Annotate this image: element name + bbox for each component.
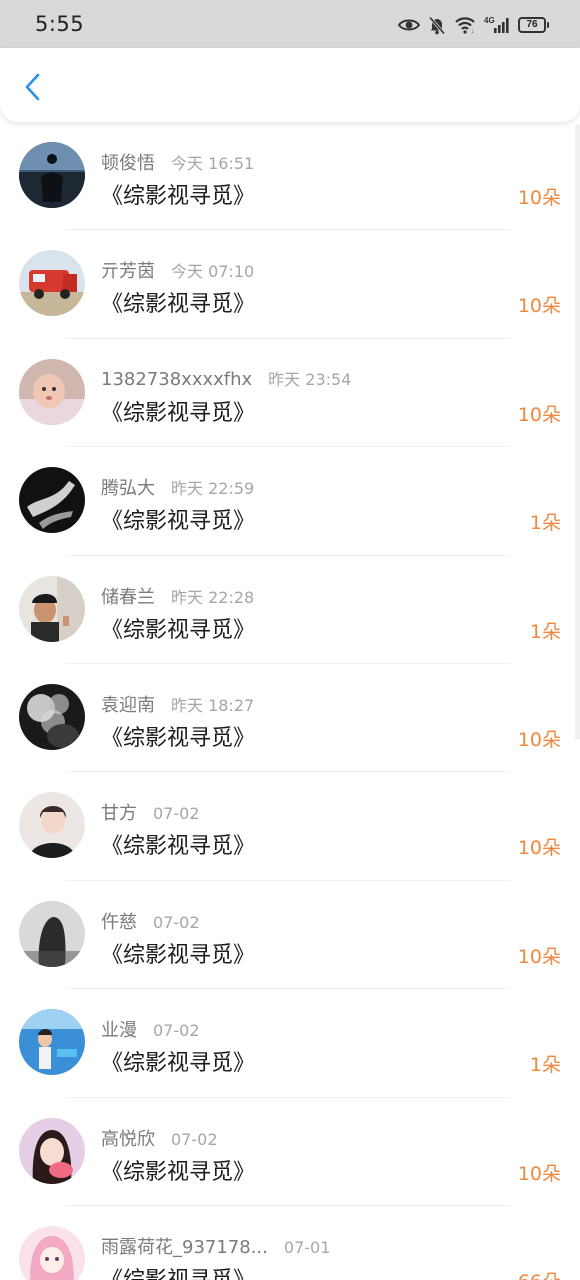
- book-title: 《综影视寻觅》: [101, 1159, 256, 1185]
- user-name: 1382738xxxxfhx: [101, 368, 253, 390]
- book-title: 《综影视寻觅》: [101, 400, 256, 426]
- eye-icon: [398, 17, 420, 33]
- list-item[interactable]: 甘方 07-02 《综影视寻觅》 10朵: [0, 772, 580, 881]
- avatar[interactable]: [19, 792, 85, 859]
- user-name: 袁迎南: [101, 694, 155, 716]
- avatar[interactable]: [19, 142, 85, 208]
- chevron-left-icon: [25, 73, 40, 101]
- flower-amount: 10朵: [517, 403, 561, 426]
- record-meta: 顿俊悟 今天 16:51: [101, 149, 254, 175]
- nav-header: [0, 48, 580, 122]
- list-item[interactable]: 雨露荷花_937178... 07-01 《综影视寻觅》 66朵: [0, 1206, 580, 1280]
- list-item[interactable]: 1382738xxxxfhx 昨天 23:54 《综影视寻觅》 10朵: [0, 339, 580, 448]
- bell-off-icon: [428, 15, 446, 35]
- book-title: 《综影视寻觅》: [101, 292, 256, 318]
- list-item[interactable]: 亓芳茵 今天 07:10 《综影视寻觅》 10朵: [0, 230, 580, 339]
- record-meta: 储春兰 昨天 22:28: [101, 583, 254, 609]
- list-item[interactable]: 业漫 07-02 《综影视寻觅》 1朵: [0, 989, 580, 1098]
- list-item[interactable]: 腾弘大 昨天 22:59 《综影视寻觅》 1朵: [0, 447, 580, 556]
- flower-amount: 10朵: [517, 945, 561, 968]
- gift-record-list[interactable]: 顿俊悟 今天 16:51 《综影视寻觅》 10朵 亓芳茵 今天 07:10 《综…: [0, 122, 580, 1280]
- book-title: 《综影视寻觅》: [101, 1051, 256, 1077]
- record-time: 07-01: [283, 1237, 331, 1257]
- status-icons: ↓ 4G 76: [398, 14, 549, 36]
- list-item[interactable]: 高悦欣 07-02 《综影视寻觅》 10朵: [0, 1098, 580, 1206]
- book-title: 《综影视寻觅》: [101, 509, 256, 535]
- flower-amount: 1朵: [529, 1054, 561, 1077]
- avatar[interactable]: [19, 1009, 85, 1076]
- record-time: 07-02: [171, 1129, 218, 1149]
- record-time: 昨天 22:59: [171, 479, 255, 499]
- record-meta: 袁迎南 昨天 18:27: [101, 691, 254, 717]
- status-time: 5:55: [35, 12, 85, 36]
- record-time: 昨天 22:28: [171, 587, 255, 607]
- user-name: 甘方: [101, 803, 137, 825]
- record-meta: 仵慈 07-02: [101, 908, 200, 934]
- book-title: 《综影视寻觅》: [101, 725, 256, 751]
- svg-text:↓: ↓: [471, 29, 474, 34]
- battery-icon: 76: [518, 17, 549, 33]
- avatar[interactable]: [19, 250, 85, 317]
- user-name: 储春兰: [101, 586, 155, 608]
- avatar[interactable]: [19, 358, 85, 425]
- avatar[interactable]: [19, 1117, 85, 1184]
- book-title: 《综影视寻觅》: [101, 834, 256, 860]
- book-title: 《综影视寻觅》: [101, 942, 256, 968]
- user-name: 腾弘大: [101, 478, 155, 500]
- svg-text:4G: 4G: [484, 16, 495, 25]
- book-title: 《综影视寻觅》: [101, 617, 256, 643]
- record-meta: 亓芳茵 今天 07:10: [101, 257, 254, 283]
- book-title: 《综影视寻觅》: [101, 184, 256, 209]
- back-button[interactable]: [16, 70, 50, 104]
- flower-amount: 10朵: [517, 295, 561, 318]
- record-time: 07-02: [153, 1021, 200, 1041]
- signal-4g-icon: 4G: [484, 16, 510, 34]
- avatar[interactable]: [19, 575, 85, 642]
- flower-amount: 1朵: [529, 620, 561, 643]
- user-name: 业漫: [101, 1020, 137, 1042]
- list-item[interactable]: 储春兰 昨天 22:28 《综影视寻觅》 1朵: [0, 556, 580, 664]
- scrollbar[interactable]: [575, 124, 580, 740]
- list-item[interactable]: 袁迎南 昨天 18:27 《综影视寻觅》 10朵: [0, 664, 580, 773]
- avatar[interactable]: [19, 900, 85, 967]
- record-meta: 甘方 07-02: [101, 799, 200, 825]
- list-item[interactable]: 顿俊悟 今天 16:51 《综影视寻觅》 10朵: [0, 122, 580, 231]
- flower-amount: 66朵: [518, 1267, 561, 1280]
- record-time: 07-02: [153, 804, 200, 824]
- record-meta: 腾弘大 昨天 22:59: [101, 474, 254, 500]
- record-time: 昨天 23:54: [268, 369, 352, 389]
- status-bar: 5:55 ↓ 4G 76: [0, 0, 580, 48]
- record-meta: 高悦欣 07-02: [101, 1125, 218, 1151]
- user-name: 仵慈: [101, 911, 137, 933]
- user-name: 顿俊悟: [101, 153, 155, 174]
- flower-amount: 1朵: [529, 512, 561, 535]
- user-name: 高悦欣: [101, 1128, 155, 1150]
- record-meta: 雨露荷花_937178... 07-01: [101, 1233, 330, 1259]
- avatar[interactable]: [19, 467, 85, 534]
- flower-amount: 10朵: [517, 837, 561, 860]
- user-name: 亓芳茵: [101, 261, 155, 283]
- avatar[interactable]: [19, 1225, 85, 1280]
- flower-amount: 10朵: [517, 187, 561, 209]
- record-time: 昨天 18:27: [171, 695, 255, 715]
- record-time: 今天 16:51: [171, 154, 255, 173]
- user-name: 雨露荷花_937178...: [101, 1236, 268, 1258]
- book-title: 《综影视寻觅》: [101, 1262, 255, 1280]
- list-item[interactable]: 仵慈 07-02 《综影视寻觅》 10朵: [0, 881, 580, 990]
- flower-amount: 10朵: [517, 728, 561, 751]
- record-time: 07-02: [153, 912, 200, 932]
- record-meta: 业漫 07-02: [101, 1016, 200, 1042]
- wifi-icon: ↓: [454, 16, 476, 34]
- record-time: 今天 07:10: [171, 262, 255, 282]
- record-meta: 1382738xxxxfhx 昨天 23:54: [101, 366, 351, 390]
- avatar[interactable]: [19, 683, 85, 750]
- flower-amount: 10朵: [517, 1162, 561, 1185]
- gift-record-list-inner: 顿俊悟 今天 16:51 《综影视寻觅》 10朵 亓芳茵 今天 07:10 《综…: [0, 122, 580, 1280]
